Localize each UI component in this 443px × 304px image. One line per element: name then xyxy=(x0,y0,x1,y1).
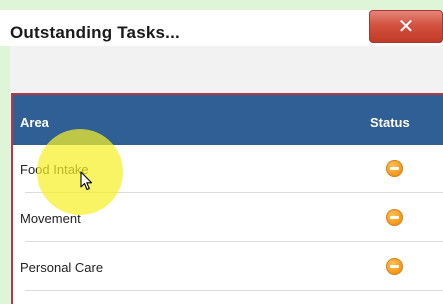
pending-minus-icon xyxy=(386,209,403,226)
table-row[interactable]: Movement xyxy=(13,194,443,243)
table-row[interactable]: Personal Care xyxy=(13,243,443,292)
row-divider xyxy=(25,192,443,193)
column-header-status: Status xyxy=(370,115,410,130)
row-divider xyxy=(25,290,443,291)
column-header-area: Area xyxy=(20,115,49,130)
area-cell: Food Intake xyxy=(20,162,89,177)
close-icon: ✕ xyxy=(397,14,415,38)
area-cell: Movement xyxy=(20,211,81,226)
table-row[interactable]: Food Intake xyxy=(13,145,443,194)
table-header: Area Status xyxy=(13,95,443,145)
close-button[interactable]: ✕ xyxy=(369,10,443,43)
row-divider xyxy=(25,241,443,242)
dialog-title: Outstanding Tasks... xyxy=(10,23,180,42)
area-cell: Personal Care xyxy=(20,260,104,275)
pending-minus-icon xyxy=(386,258,403,275)
tasks-table: Area Status Food Intake Movement Persona… xyxy=(11,93,443,304)
background-band-top xyxy=(0,0,443,10)
pending-minus-icon xyxy=(386,160,403,177)
